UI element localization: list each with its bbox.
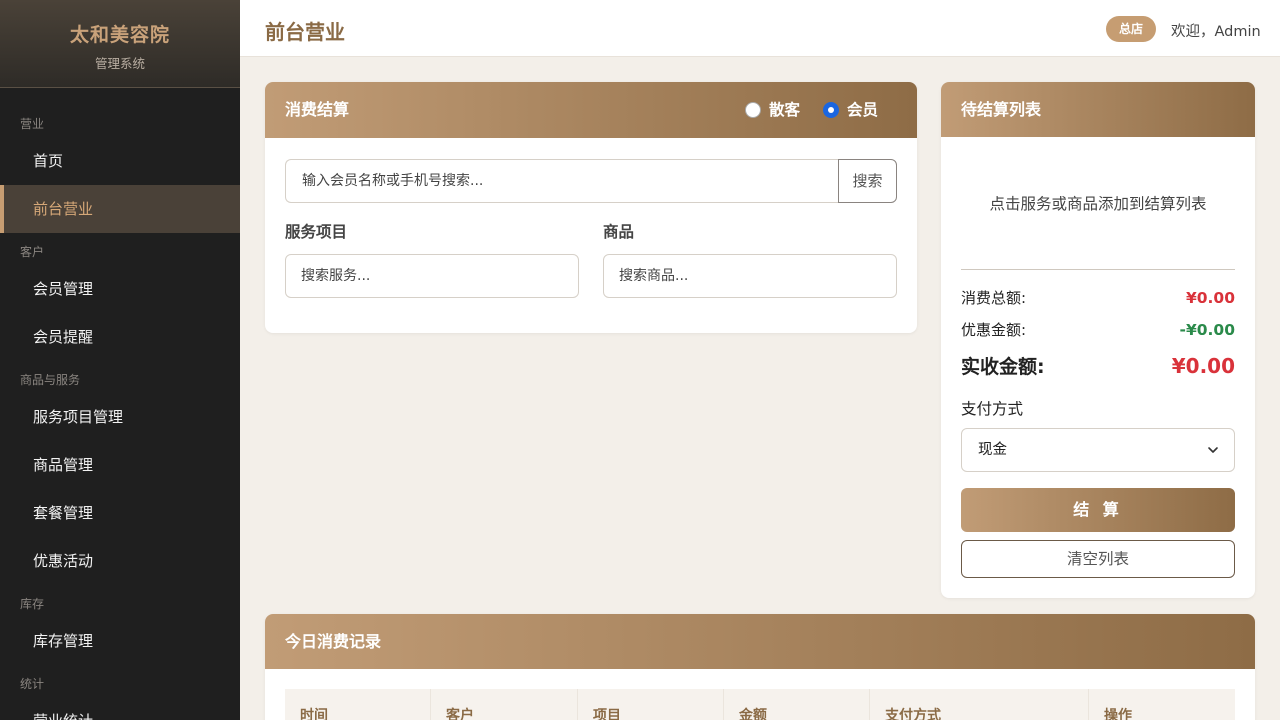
total-row: 消费总额: ¥0.00 xyxy=(961,287,1235,308)
sidebar-item-member-reminders[interactable]: 会员提醒 xyxy=(0,313,240,361)
column-separator xyxy=(869,689,870,720)
radio-member-indicator[interactable] xyxy=(823,102,839,118)
pending-card-title: 待结算列表 xyxy=(961,100,1042,119)
sidebar-item-packages[interactable]: 套餐管理 xyxy=(0,489,240,537)
today-records-card: 今日消费记录 时间 客户 项目 金额 支付方式 操作 xyxy=(265,614,1255,720)
sidebar: 太和美容院 管理系统 营业 首页 前台营业 客户 会员管理 会员提醒 商品与服务… xyxy=(0,0,240,720)
sidebar-item-business-stats[interactable]: 营业统计 xyxy=(0,697,240,720)
payment-method-select[interactable]: 现金 xyxy=(961,428,1235,472)
welcome-text: 欢迎，Admin xyxy=(1171,24,1261,40)
radio-member-label: 会员 xyxy=(847,101,879,119)
member-search-group: 搜索 xyxy=(285,159,897,203)
column-actions: 操作 xyxy=(1104,708,1132,720)
top-bar: 前台营业 总店 欢迎，Admin xyxy=(240,0,1280,57)
sidebar-item-promotions[interactable]: 优惠活动 xyxy=(0,537,240,585)
nav-group-statistics: 统计 xyxy=(20,677,45,691)
column-customer: 客户 xyxy=(446,708,474,720)
store-badge[interactable]: 总店 xyxy=(1106,16,1156,42)
nav-group-business: 营业 xyxy=(20,117,45,131)
nav-group-customers: 客户 xyxy=(20,245,45,259)
pending-empty-text: 点击服务或商品添加到结算列表 xyxy=(989,195,1207,213)
actual-value: ¥0.00 xyxy=(1171,353,1235,378)
column-separator xyxy=(430,689,431,720)
brand-title: 太和美容院 xyxy=(69,24,170,46)
records-card-title: 今日消费记录 xyxy=(285,632,382,651)
checkout-card-header: 消费结算 散客 会员 xyxy=(265,82,917,138)
nav-group-inventory: 库存 xyxy=(20,597,45,611)
column-time: 时间 xyxy=(300,708,328,720)
sidebar-item-services[interactable]: 服务项目管理 xyxy=(0,393,240,441)
column-separator xyxy=(723,689,724,720)
column-item: 项目 xyxy=(593,708,621,720)
sidebar-item-inventory[interactable]: 库存管理 xyxy=(0,617,240,665)
records-table-header: 时间 客户 项目 金额 支付方式 操作 xyxy=(285,689,1235,720)
chevron-down-icon xyxy=(1208,447,1218,453)
column-separator xyxy=(577,689,578,720)
actual-label: 实收金额: xyxy=(961,356,1045,378)
member-search-input[interactable] xyxy=(285,159,839,203)
sidebar-item-members[interactable]: 会员管理 xyxy=(0,265,240,313)
pending-divider xyxy=(961,269,1235,270)
column-amount: 金额 xyxy=(739,708,767,720)
pending-list-card: 待结算列表 点击服务或商品添加到结算列表 消费总额: ¥0.00 优惠金额: -… xyxy=(941,82,1255,598)
discount-row: 优惠金额: -¥0.00 xyxy=(961,319,1235,340)
page-title: 前台营业 xyxy=(265,20,345,44)
product-search-input[interactable] xyxy=(603,254,897,298)
payment-method-value: 现金 xyxy=(978,442,1007,458)
records-card-header: 今日消费记录 xyxy=(265,614,1255,669)
pending-card-header: 待结算列表 xyxy=(941,82,1255,137)
checkout-card-title: 消费结算 xyxy=(285,100,350,119)
radio-member[interactable]: 会员 xyxy=(823,101,878,119)
products-label: 商品 xyxy=(603,223,635,241)
discount-label: 优惠金额: xyxy=(961,321,1027,339)
radio-walk-in-indicator[interactable] xyxy=(745,102,761,118)
service-search-input[interactable] xyxy=(285,254,579,298)
member-search-button[interactable]: 搜索 xyxy=(838,159,897,203)
column-payment-method: 支付方式 xyxy=(885,708,941,720)
sidebar-item-front-desk[interactable]: 前台营业 xyxy=(0,185,240,233)
radio-walk-in-label: 散客 xyxy=(769,101,801,119)
brand-subtitle: 管理系统 xyxy=(94,56,145,71)
payment-method-label: 支付方式 xyxy=(961,400,1024,418)
checkout-card: 消费结算 散客 会员 搜索 服务项目 商品 xyxy=(265,82,917,333)
sidebar-item-products[interactable]: 商品管理 xyxy=(0,441,240,489)
column-separator xyxy=(1088,689,1089,720)
radio-walk-in[interactable]: 散客 xyxy=(745,101,800,119)
discount-value: -¥0.00 xyxy=(1179,320,1235,339)
actual-row: 实收金额: ¥0.00 xyxy=(961,352,1235,379)
nav-group-products-services: 商品与服务 xyxy=(20,373,81,387)
clear-list-button[interactable]: 清空列表 xyxy=(961,540,1235,578)
total-label: 消费总额: xyxy=(961,289,1027,307)
brand-block: 太和美容院 管理系统 xyxy=(0,0,240,88)
sidebar-item-home[interactable]: 首页 xyxy=(0,137,240,185)
services-label: 服务项目 xyxy=(285,223,348,241)
checkout-button[interactable]: 结 算 xyxy=(961,488,1235,532)
total-value: ¥0.00 xyxy=(1185,288,1235,307)
